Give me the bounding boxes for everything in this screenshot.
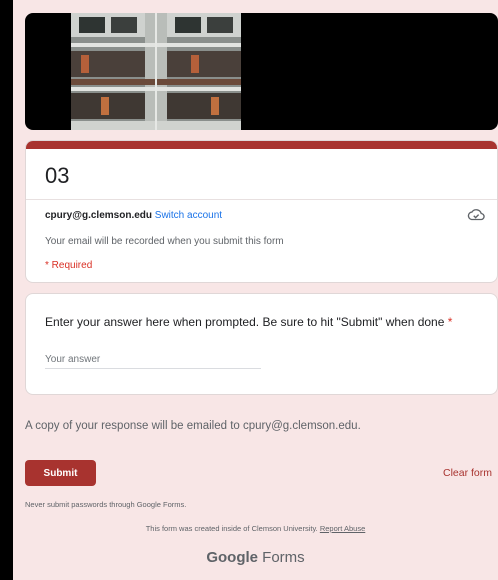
required-asterisk: * <box>447 315 453 329</box>
logo-google: Google <box>206 549 258 566</box>
required-note: * Required <box>45 260 93 271</box>
question-label: Enter your answer here when prompted. Be… <box>45 315 452 329</box>
divider <box>26 199 497 200</box>
created-note: This form was created inside of Clemson … <box>145 524 318 533</box>
question-card: Enter your answer here when prompted. Be… <box>25 293 498 395</box>
header-banner <box>25 13 498 130</box>
cloud-saved-icon <box>467 209 485 221</box>
account-row: cpury@g.clemson.edu Switch account <box>45 210 222 221</box>
google-forms-logo[interactable]: Google Forms <box>13 549 498 566</box>
logo-forms: Forms <box>262 549 305 566</box>
submit-button[interactable]: Submit <box>25 460 96 486</box>
footer-note: This form was created inside of Clemson … <box>13 524 498 533</box>
form-title: 03 <box>45 163 70 188</box>
email-recorded-note: Your email will be recorded when you sub… <box>45 236 284 247</box>
password-warning: Never submit passwords through Google Fo… <box>25 500 187 509</box>
answer-input[interactable] <box>45 350 261 369</box>
copy-response-note: A copy of your response will be emailed … <box>25 420 361 432</box>
account-email: cpury@g.clemson.edu <box>45 210 152 221</box>
form-header-card: 03 cpury@g.clemson.edu Switch account Yo… <box>25 140 498 283</box>
form-page: 03 cpury@g.clemson.edu Switch account Yo… <box>13 0 498 580</box>
header-image <box>71 13 241 130</box>
accent-bar <box>26 141 497 149</box>
report-abuse-link[interactable]: Report Abuse <box>320 524 365 533</box>
question-text: Enter your answer here when prompted. Be… <box>45 315 445 329</box>
switch-account-link[interactable]: Switch account <box>155 210 222 221</box>
clear-form-button[interactable]: Clear form <box>443 467 492 479</box>
